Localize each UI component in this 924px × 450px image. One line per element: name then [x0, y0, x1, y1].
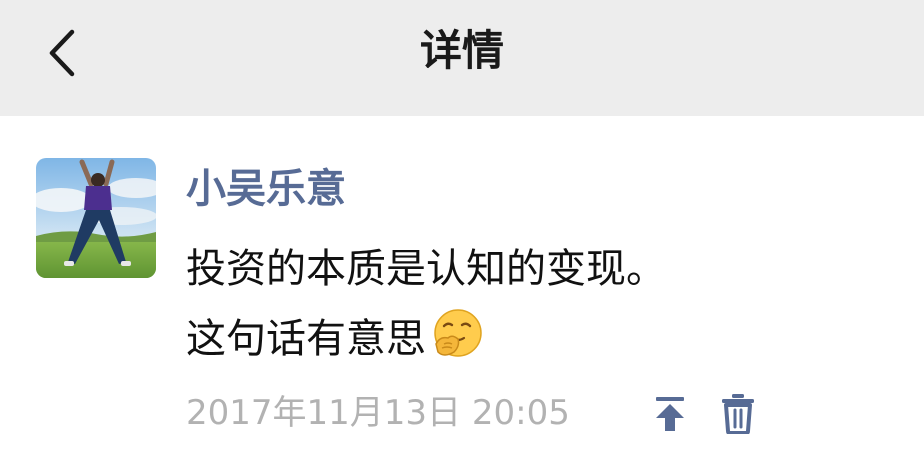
delete-button[interactable] — [718, 392, 758, 435]
post-text: 投资的本质是认知的变现。 这句话有意思 — [186, 234, 886, 374]
trash-icon — [722, 394, 754, 435]
hugging-face-emoji-icon — [434, 309, 482, 357]
page-title: 详情 — [419, 26, 504, 75]
author-name[interactable]: 小吴乐意 — [186, 162, 346, 216]
avatar-image — [36, 158, 156, 278]
post-text-line: 投资的本质是认知的变现。 — [186, 246, 666, 292]
pin-to-top-icon — [656, 397, 684, 431]
pin-to-top-button[interactable] — [650, 394, 690, 434]
post-timestamp: 2017年11月13日 20:05 — [186, 393, 570, 433]
post-detail: 小吴乐意 投资的本质是认知的变现。 这句话有意思 2017年11月13日 20:… — [0, 116, 924, 450]
avatar[interactable] — [36, 158, 156, 278]
post-text-line-content: 这句话有意思 — [186, 316, 426, 362]
navigation-bar: 详情 — [0, 0, 924, 116]
post-text-line: 这句话有意思 — [186, 304, 886, 374]
